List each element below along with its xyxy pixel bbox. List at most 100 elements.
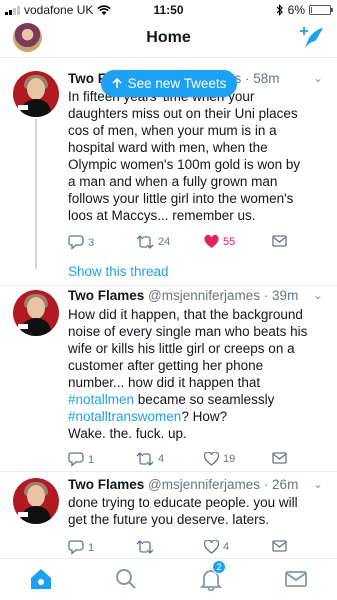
retweet-count: 4 xyxy=(158,453,165,465)
timeline[interactable]: Two F mes · 58m ⌄ In fifteen years' time… xyxy=(0,59,337,559)
tweet-line: daughters miss out on their Uni places xyxy=(68,106,298,121)
tweet-line: noise of every single man who beats his xyxy=(68,324,308,339)
reply-icon xyxy=(68,452,84,467)
retweet-count: 24 xyxy=(158,236,171,248)
tweet-actions: 1 4 19 xyxy=(68,452,330,468)
tweet-actions: 3 24 55 xyxy=(68,235,330,251)
tweet-line: Wake. the. fuck. up. xyxy=(68,426,187,441)
tweet-line: wife or kills his little girl or creeps … xyxy=(68,341,295,356)
share-button[interactable] xyxy=(272,540,287,552)
share-button[interactable] xyxy=(272,235,287,247)
show-thread-link[interactable]: Show this thread xyxy=(68,264,169,279)
tweet-line: #notallmen became so seamlessly xyxy=(68,391,330,408)
home-icon[interactable] xyxy=(29,567,53,591)
tweet-line: a man and when a fully grown man xyxy=(68,174,278,189)
tweet-line: loos at Maccys... remember us. xyxy=(68,208,256,223)
direct-message-icon xyxy=(272,235,287,247)
author-handle: @msjenniferjames xyxy=(148,288,261,303)
direct-message-icon xyxy=(272,540,287,552)
like-count: 55 xyxy=(223,236,236,248)
avatar[interactable] xyxy=(13,478,59,524)
separator-dot: · xyxy=(260,477,273,492)
like-button[interactable]: 4 xyxy=(204,540,229,554)
tweet-line: hospital ward with men, when the xyxy=(68,140,268,155)
notifications-tab[interactable]: 2 xyxy=(199,560,226,592)
tweet-line: Olympic women's 100m gold is won by xyxy=(68,157,301,172)
retweet-icon xyxy=(136,235,154,249)
search-icon[interactable] xyxy=(114,567,138,591)
tweet-line: done trying to educate people. you will xyxy=(68,495,298,510)
reply-button[interactable]: 1 xyxy=(68,452,94,467)
tweet-line: How did it happen, that the background xyxy=(68,307,303,322)
tweet-text-fragment: ? How? xyxy=(181,409,228,424)
tweet-actions: 1 4 xyxy=(68,540,330,556)
hashtag-link[interactable]: #notallmen xyxy=(68,392,134,407)
reply-icon xyxy=(68,235,84,250)
battery-icon xyxy=(309,5,333,15)
heart-icon xyxy=(204,452,219,466)
battery-percent: 6% xyxy=(287,3,305,17)
reply-icon xyxy=(68,540,84,555)
separator-dot: · xyxy=(260,288,273,303)
reply-count: 3 xyxy=(88,236,95,249)
like-count: 4 xyxy=(223,541,230,553)
tweet-text-fragment: became so seamlessly xyxy=(134,392,275,407)
status-right: 6% xyxy=(276,3,333,17)
retweet-icon xyxy=(136,452,154,466)
tweet-time: 58m xyxy=(253,71,280,86)
author-name[interactable]: Two Flames xyxy=(68,288,144,303)
avatar[interactable] xyxy=(13,290,59,336)
see-new-tweets-button[interactable]: See new Tweets xyxy=(101,70,237,97)
arrow-up-icon xyxy=(112,78,122,88)
heart-icon xyxy=(204,540,219,554)
reply-count: 1 xyxy=(88,453,95,466)
tweet-header: Two Flames @msjenniferjames · 26m ⌄ xyxy=(68,477,329,492)
battery-level-fill xyxy=(311,7,312,13)
tab-bar: 2 xyxy=(0,558,337,600)
like-count: 19 xyxy=(223,453,236,465)
retweet-button[interactable] xyxy=(136,540,158,554)
reply-button[interactable]: 1 xyxy=(68,540,94,555)
tweet-time: 26m xyxy=(272,477,299,492)
home-header: Home xyxy=(0,20,337,58)
share-button[interactable] xyxy=(272,452,287,464)
see-new-tweets-label: See new Tweets xyxy=(127,76,227,91)
page-title: Home xyxy=(146,29,191,46)
chevron-down-icon[interactable]: ⌄ xyxy=(313,477,323,491)
status-bar: vodafone UK 11:50 6% xyxy=(0,0,337,20)
thread-line xyxy=(35,119,37,269)
direct-message-icon xyxy=(272,452,287,464)
bluetooth-icon xyxy=(276,4,283,16)
tweet-time: 39m xyxy=(272,288,299,303)
tweet-line: get the future you deserve. laters. xyxy=(68,512,270,527)
tweet-header: Two Flames @msjenniferjames · 39m ⌄ xyxy=(68,288,329,303)
tweet-line: cos of men, when your mum is in a xyxy=(68,123,277,138)
compose-tweet-icon[interactable] xyxy=(299,26,325,50)
author-name[interactable]: Two Flames xyxy=(68,477,144,492)
retweet-button[interactable]: 24 xyxy=(136,235,170,249)
avatar[interactable] xyxy=(13,71,59,117)
chevron-down-icon[interactable]: ⌄ xyxy=(313,71,323,85)
hashtag-link[interactable]: #notalltranswomen xyxy=(68,409,181,424)
tweet[interactable]: Two Flames @msjenniferjames · 39m ⌄ How … xyxy=(0,286,337,471)
like-button[interactable]: 55 xyxy=(204,235,235,249)
messages-icon[interactable] xyxy=(284,567,308,591)
chevron-down-icon[interactable]: ⌄ xyxy=(313,288,323,302)
tweet-text: How did it happen, that the background n… xyxy=(68,306,330,442)
tweet-line: number... how did it happen that xyxy=(68,375,261,390)
reply-count: 1 xyxy=(88,541,95,554)
tweet[interactable]: Two Flames @msjenniferjames · 26m ⌄ done… xyxy=(0,472,337,559)
tweet-line: customer after getting her phone xyxy=(68,358,264,373)
notifications-badge: 2 xyxy=(212,560,226,574)
tweet-text: In fifteen years' time when your daughte… xyxy=(68,88,330,224)
like-button[interactable]: 19 xyxy=(204,452,235,466)
tweet-text: done trying to educate people. you will … xyxy=(68,494,330,528)
tweet-line: #notalltranswomen? How? xyxy=(68,408,330,425)
retweet-button[interactable]: 4 xyxy=(136,452,164,466)
retweet-icon xyxy=(136,540,154,554)
author-handle: @msjenniferjames xyxy=(148,477,261,492)
reply-button[interactable]: 3 xyxy=(68,235,94,250)
heart-filled-icon xyxy=(204,235,219,248)
separator-dot: · xyxy=(241,71,254,86)
tweet-line: follows your little girl into the women'… xyxy=(68,191,294,206)
